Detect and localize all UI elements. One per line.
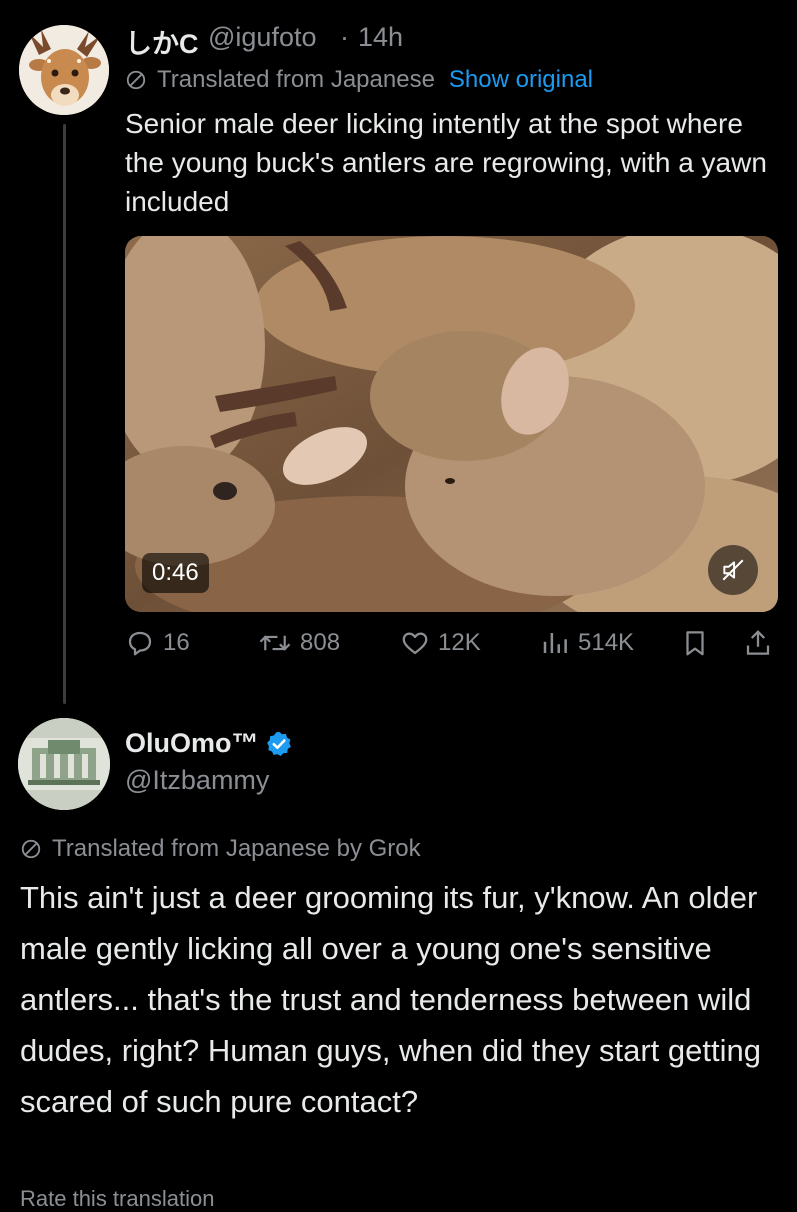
reply-count: 16 bbox=[163, 629, 190, 656]
views-button[interactable]: 514K bbox=[540, 628, 634, 658]
translation-row: Translated from Japanese Show original bbox=[125, 66, 593, 94]
mute-icon bbox=[722, 559, 744, 581]
rate-translation-link[interactable]: Rate this translation bbox=[20, 1186, 214, 1212]
banknote-avatar-icon bbox=[18, 718, 110, 810]
deer-video-image bbox=[125, 236, 778, 612]
author-handle[interactable]: @igufoto bbox=[208, 22, 316, 53]
bookmark-icon bbox=[686, 631, 704, 656]
reply-author-name[interactable]: OluOmo™ bbox=[125, 728, 259, 759]
translate-icon bbox=[21, 839, 41, 859]
reply-text: This ain't just a deer grooming its fur,… bbox=[20, 880, 761, 1119]
post-time[interactable]: 14h bbox=[358, 22, 403, 53]
share-button[interactable] bbox=[743, 628, 781, 658]
reply-translation-row: Translated from Japanese by Grok bbox=[20, 835, 421, 863]
thread-connector-line bbox=[63, 124, 66, 704]
post-action-bar: 16 808 12K 514K bbox=[125, 628, 785, 668]
view-count: 514K bbox=[578, 629, 635, 656]
reply-author-avatar[interactable] bbox=[18, 718, 110, 810]
repost-button[interactable]: 808 bbox=[258, 628, 340, 658]
like-button[interactable]: 12K bbox=[400, 628, 481, 658]
translated-label: Translated from Japanese bbox=[157, 66, 435, 93]
post-text: Senior male deer licking intently at the… bbox=[125, 108, 767, 217]
video-thumbnail[interactable] bbox=[125, 236, 778, 612]
translate-icon bbox=[126, 70, 146, 90]
like-count: 12K bbox=[438, 629, 481, 656]
repost-icon bbox=[259, 635, 291, 651]
author-avatar[interactable] bbox=[19, 25, 109, 115]
repost-count: 808 bbox=[300, 629, 341, 656]
reply-icon bbox=[128, 631, 152, 656]
mute-button[interactable] bbox=[708, 545, 758, 595]
bookmark-button[interactable] bbox=[680, 628, 718, 658]
reply-button[interactable]: 16 bbox=[125, 628, 190, 658]
share-icon bbox=[746, 630, 770, 655]
like-icon bbox=[402, 632, 428, 655]
views-icon bbox=[543, 633, 567, 653]
reply-author-row[interactable]: OluOmo™ bbox=[125, 728, 293, 759]
deer-avatar-icon bbox=[19, 25, 109, 115]
video-duration: 0:46 bbox=[142, 553, 209, 593]
verified-badge-icon bbox=[266, 731, 291, 756]
reply-author-handle[interactable]: @Itzbammy bbox=[125, 765, 269, 796]
author-name[interactable]: しかC bbox=[125, 22, 199, 61]
separator-dot: · bbox=[340, 22, 349, 52]
reply-translated-label: Translated from Japanese by Grok bbox=[52, 835, 421, 862]
show-original-link[interactable]: Show original bbox=[449, 66, 593, 94]
